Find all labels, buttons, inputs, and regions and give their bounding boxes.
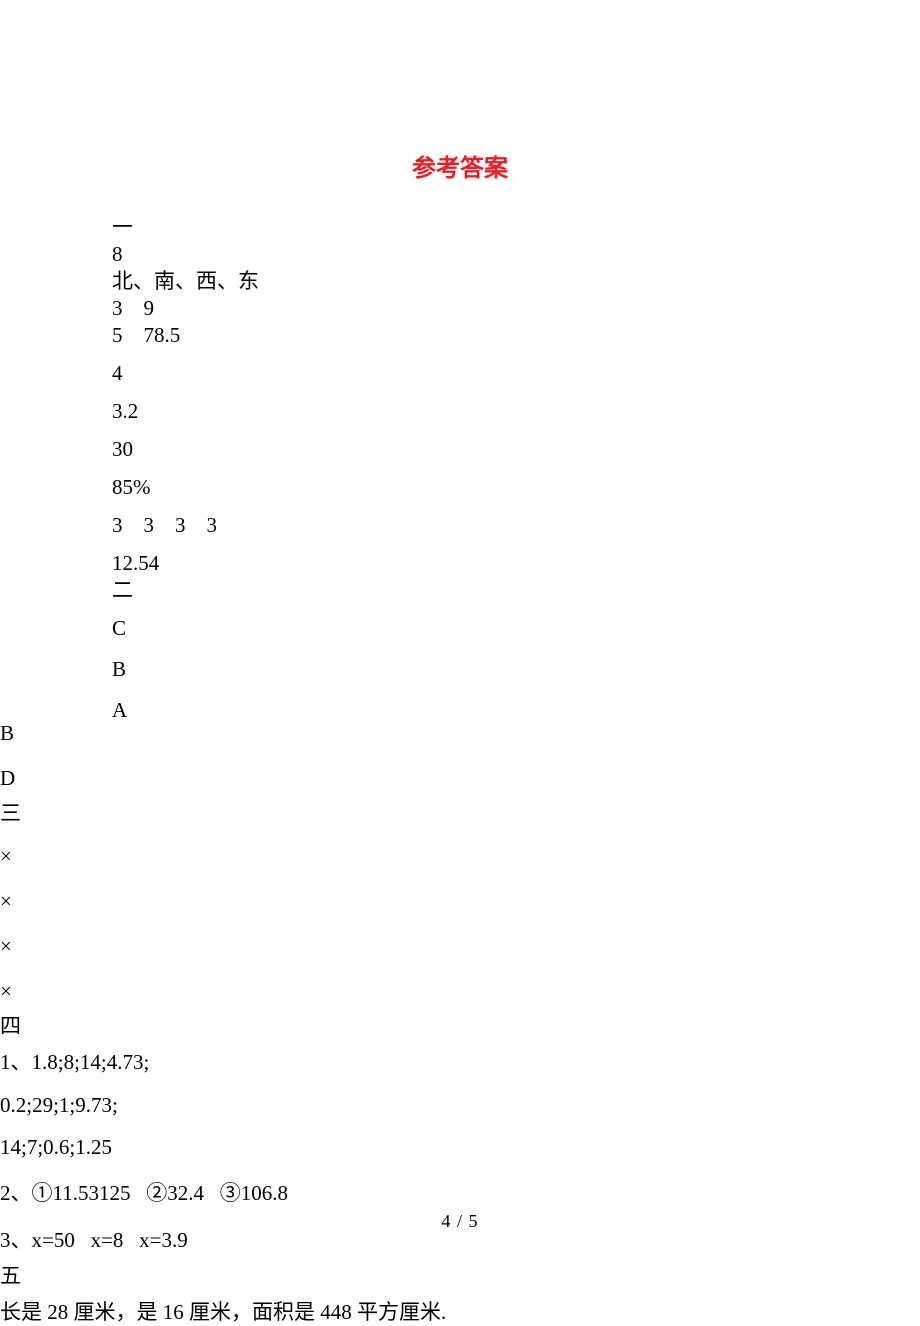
section-four-heading: 四 — [0, 1010, 920, 1040]
answer-line: 北、南、西、东 — [112, 271, 808, 292]
answer-line: A — [112, 698, 127, 722]
section-one-heading: 一 — [112, 217, 808, 238]
answer-line: 85% — [112, 477, 808, 498]
page-title: 参考答案 — [112, 157, 808, 181]
answer-line: × — [0, 889, 920, 914]
section-three-heading: 三 — [0, 797, 920, 827]
answer-line: 4 — [112, 363, 808, 384]
answer-line: 1、1.8;8;14;4.73; — [0, 1046, 920, 1076]
answer-line: × — [0, 934, 920, 959]
answer-line: 2、①11.53125 ②32.4 ③106.8 — [0, 1177, 920, 1207]
answer-line: C — [112, 618, 808, 639]
page-number: 4 / 5 — [0, 1211, 920, 1232]
answer-line: 30 — [112, 439, 808, 460]
answer-line: × — [0, 979, 920, 1004]
answer-line: 5 78.5 — [112, 325, 808, 346]
answer-line: 14;7;0.6;1.25 — [0, 1135, 920, 1160]
answer-line: B — [112, 659, 808, 680]
section-five-heading: 五 — [0, 1260, 920, 1290]
answer-line: × — [0, 844, 920, 869]
answer-line: 3 9 — [112, 298, 808, 319]
answer-line: D — [0, 766, 920, 791]
answer-line: 8 — [112, 244, 808, 265]
answer-line: 3 3 3 3 — [112, 515, 808, 536]
page-content: 参考答案 一 8 北、南、西、东 3 9 5 78.5 4 3.2 30 85%… — [0, 0, 920, 721]
answer-line: 长是 28 厘米，是 16 厘米，面积是 448 平方厘米. — [0, 1296, 920, 1326]
section-two-heading: 二 — [112, 580, 808, 601]
answer-line: 12.54 — [112, 553, 808, 574]
answer-line: 3.2 — [112, 401, 808, 422]
answer-line: 0.2;29;1;9.73; — [0, 1093, 920, 1118]
answer-line: B — [0, 721, 920, 746]
